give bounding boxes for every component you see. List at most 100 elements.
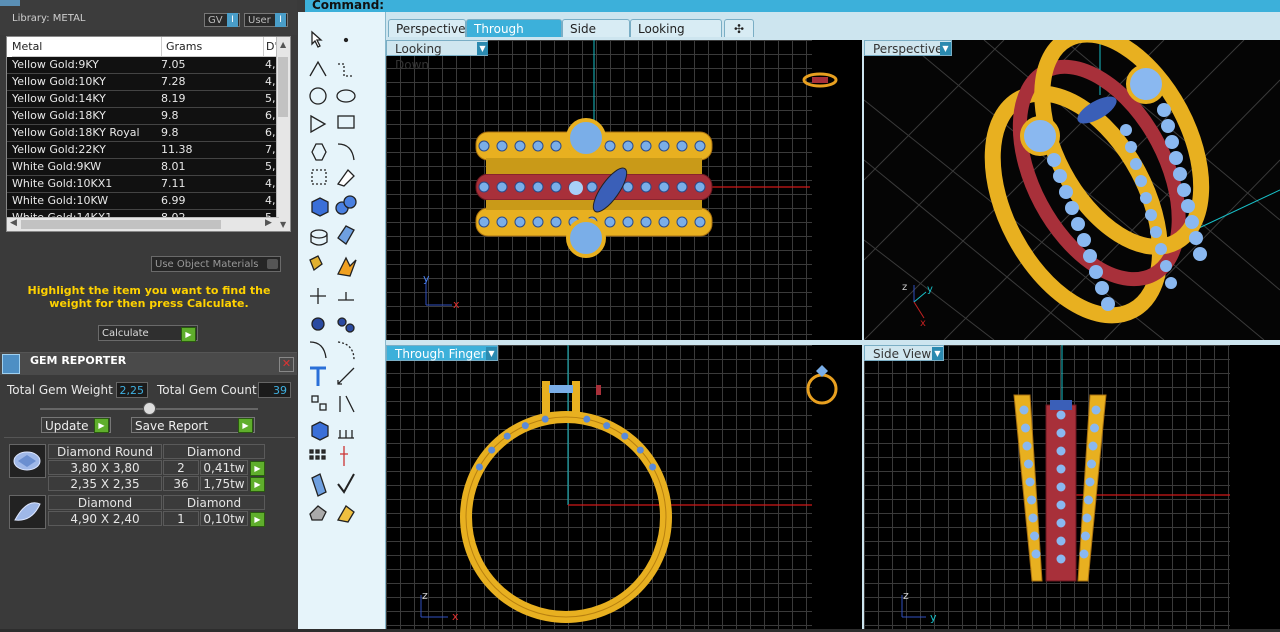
use-object-materials-toggle[interactable]: Use Object Materials xyxy=(151,256,281,272)
cell-grams: 7.11 xyxy=(161,177,186,190)
table-row[interactable]: Yellow Gold:18KY Royal 9.8 6, xyxy=(7,125,279,142)
gem-count-cell: 36 xyxy=(163,476,199,491)
gem-dot xyxy=(1019,405,1029,415)
scroll-up-icon[interactable]: ▲ xyxy=(280,40,286,49)
select-gems-button[interactable]: ▶ xyxy=(250,512,265,527)
tool-icons xyxy=(309,30,357,523)
gem-dot xyxy=(603,422,611,430)
weight-slider-thumb[interactable] xyxy=(143,402,156,415)
viewport-title[interactable]: Through Finger ▼ xyxy=(386,345,498,361)
gem-dot xyxy=(1095,281,1109,295)
gem-dot xyxy=(621,432,629,440)
axis-label-z: z xyxy=(902,282,908,293)
cell-metal: White Gold:9KW xyxy=(12,160,102,173)
table-row[interactable]: White Gold:9KW 8.01 5, xyxy=(7,159,279,176)
horizontal-scrollbar[interactable]: ◀ ▶ xyxy=(7,217,279,231)
chevron-down-icon[interactable]: ▼ xyxy=(477,42,488,55)
gv-toggle[interactable]: GV I xyxy=(204,13,240,27)
measure-icon xyxy=(338,430,354,439)
gem-dot xyxy=(1079,549,1089,559)
gem-dot xyxy=(478,140,490,152)
select-gems-button[interactable]: ▶ xyxy=(250,461,265,476)
table-row[interactable]: White Gold:10KX1 7.11 4, xyxy=(7,176,279,193)
tab-looking-down[interactable]: Looking Down xyxy=(630,19,722,54)
vertical-scrollbar[interactable]: ▲ ▼ xyxy=(276,37,290,231)
tab-side-view[interactable]: Side View xyxy=(562,19,630,54)
save-report-label: Save Report xyxy=(135,419,209,433)
viewport-looking-down[interactable]: y x Looking Down ▼ xyxy=(386,40,862,340)
viewport-title[interactable]: Looking Down ▼ xyxy=(386,40,488,72)
table-row[interactable]: Yellow Gold:22KY 11.38 7, xyxy=(7,142,279,159)
gem-dot xyxy=(1085,477,1095,487)
table-row[interactable]: Yellow Gold:14KY 8.19 5, xyxy=(7,91,279,108)
gem-dot xyxy=(1169,151,1183,165)
burst-icon xyxy=(337,256,357,277)
table-row[interactable]: Yellow Gold:10KY 7.28 4, xyxy=(7,74,279,91)
cell-grams: 11.38 xyxy=(161,143,193,156)
gem-dot xyxy=(586,181,598,193)
extrude-curve-icon xyxy=(336,168,355,187)
scroll-down-icon[interactable]: ▼ xyxy=(280,220,286,229)
user-toggle[interactable]: User I xyxy=(244,13,288,27)
metal-table: Metal Grams D' Yellow Gold:9KY 7.05 4, Yell… xyxy=(6,36,291,232)
gem-material-cell: Diamond xyxy=(163,444,265,459)
gem-dot xyxy=(514,216,526,228)
calculate-button[interactable]: Calculate ▶ xyxy=(98,325,198,342)
point-icon xyxy=(343,37,349,43)
scroll-right-icon[interactable]: ▶ xyxy=(265,218,272,228)
toggle-knob xyxy=(267,259,278,269)
add-tab-button[interactable]: ✣ xyxy=(724,19,754,37)
gem-dot xyxy=(1140,192,1152,204)
chevron-down-icon[interactable]: ▼ xyxy=(932,347,943,360)
ellipse-icon xyxy=(336,89,356,103)
table-row[interactable]: White Gold:10KW 6.99 4, xyxy=(7,193,279,210)
gem-dot xyxy=(488,446,496,454)
close-icon[interactable]: ✕ xyxy=(279,357,294,372)
column-header-metal[interactable]: Metal xyxy=(12,37,162,57)
gem-dot xyxy=(1065,201,1079,215)
boolean-union-icon xyxy=(311,317,325,331)
viewport-perspective[interactable]: z y x Perspective ▼ xyxy=(864,40,1280,340)
viewport-side-view[interactable]: z y Side View ▼ xyxy=(864,345,1280,629)
viewport-through-finger[interactable]: z x Through Finger ▼ xyxy=(386,345,862,629)
command-bar[interactable] xyxy=(305,0,1280,12)
chevron-down-icon[interactable]: ▼ xyxy=(940,42,951,55)
cell-grams: 9.8 xyxy=(161,126,179,139)
viewport-title[interactable]: Side View ▼ xyxy=(864,345,944,361)
left-panel: Library: METAL GV I User I Metal Grams D… xyxy=(0,0,298,629)
update-label: Update xyxy=(45,419,89,433)
gem-setting-icon xyxy=(309,255,323,272)
tab-perspective[interactable]: Perspective xyxy=(388,19,466,37)
axis-label-z: z xyxy=(903,589,909,602)
split-icon xyxy=(310,288,326,304)
hscroll-thumb[interactable] xyxy=(21,220,221,229)
user-toggle-label: User xyxy=(248,15,271,26)
axis-label-y: y xyxy=(930,611,937,624)
scroll-thumb[interactable] xyxy=(278,57,288,117)
gem-dot xyxy=(1089,265,1103,279)
gem-dot xyxy=(658,216,670,228)
save-report-button[interactable]: Save Report ▶ xyxy=(131,417,255,433)
gem-dot xyxy=(1090,423,1099,433)
column-header-grams[interactable]: Grams xyxy=(161,37,268,57)
gem-dot xyxy=(1028,513,1038,523)
gem-dot xyxy=(1193,247,1207,261)
arc-icon xyxy=(309,341,327,359)
gem-dot xyxy=(550,140,562,152)
diamond-round-thumbnail[interactable] xyxy=(9,444,46,478)
table-row[interactable]: Yellow Gold:9KY 7.05 4, xyxy=(7,57,279,74)
scroll-left-icon[interactable]: ◀ xyxy=(10,218,17,228)
tab-through-finger[interactable]: Through Finger xyxy=(466,19,562,54)
gem-dot xyxy=(1101,297,1115,311)
viewport-title[interactable]: Perspective ▼ xyxy=(864,40,952,56)
update-button[interactable]: Update ▶ xyxy=(41,417,111,433)
gem-dot xyxy=(1120,124,1132,136)
gem-dot xyxy=(649,463,657,471)
table-row[interactable]: Yellow Gold:18KY 9.8 6, xyxy=(7,108,279,125)
gem-shape-cell: Diamond Round xyxy=(48,444,162,459)
surface-icon xyxy=(337,225,355,245)
chevron-down-icon[interactable]: ▼ xyxy=(486,347,497,360)
gem-dot xyxy=(1030,531,1039,541)
diamond-marquise-thumbnail[interactable] xyxy=(9,495,46,529)
select-gems-button[interactable]: ▶ xyxy=(250,477,265,492)
